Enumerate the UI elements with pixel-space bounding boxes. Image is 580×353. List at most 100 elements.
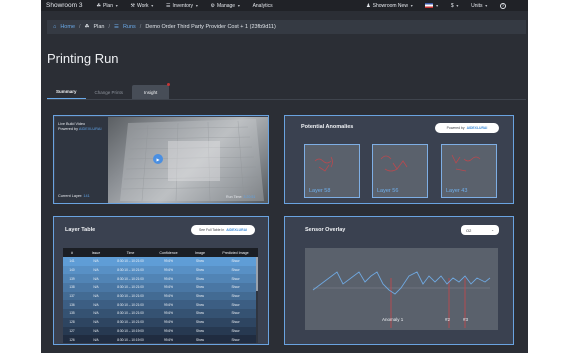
current-layer-label: Current Layer:	[58, 194, 83, 198]
cell-image-link[interactable]: Show	[187, 329, 213, 333]
cell-image-link[interactable]: Show	[187, 338, 213, 342]
table-row[interactable]: 127 N/A 8:30:10 – 10:19:00 99.6% Show Show	[63, 326, 258, 336]
anomaly-card[interactable]: Layer 56	[372, 144, 428, 198]
caret-down-icon: ▼	[195, 3, 199, 8]
runs-icon: ☰	[114, 24, 119, 30]
help-glyph: ?	[500, 2, 506, 9]
cell-image-link[interactable]: Show	[187, 285, 213, 289]
scrollbar-thumb[interactable]	[256, 257, 258, 291]
nav-inventory-menu[interactable]: ☰ Inventory ▼	[166, 3, 199, 9]
cell-layer: 136	[69, 302, 75, 307]
run-time-value: 3:20:51	[243, 195, 256, 199]
column-header[interactable]: Time	[111, 251, 150, 255]
column-header[interactable]: #	[63, 251, 81, 255]
table-row[interactable]: 136 N/A 8:30:10 – 10:21:00 99.6% Show Show	[63, 300, 258, 310]
anomalies-title: Potential Anomalies	[301, 124, 354, 130]
breadcrumb-home[interactable]: Home	[60, 24, 75, 30]
layer-table: # Issue Time Confidence Image Predicted …	[63, 248, 258, 343]
breadcrumb-runs[interactable]: Runs	[123, 24, 136, 30]
cell-image-link[interactable]: Show	[187, 320, 213, 324]
cell-predicted-link[interactable]: Show	[213, 277, 258, 281]
cell-predicted-link[interactable]: Show	[213, 259, 258, 263]
video-frame-image	[120, 119, 264, 202]
cell-issue: N/A	[93, 320, 99, 325]
nav-analytics-link[interactable]: Analytics	[253, 3, 273, 9]
table-row[interactable]: 138 N/A 8:30:10 – 10:21:00 99.6% Show Show	[63, 283, 258, 292]
layer-table-title: Layer Table	[65, 227, 96, 233]
tab-change-prints[interactable]: Change Prints	[86, 85, 133, 99]
anomaly-card[interactable]: Layer 43	[441, 144, 497, 198]
cell-predicted-link[interactable]: Show	[213, 285, 258, 289]
cell-predicted-link[interactable]: Show	[213, 311, 258, 315]
nav-manage-label: Manage	[217, 2, 236, 9]
cell-predicted-link[interactable]: Show	[213, 320, 258, 324]
column-header[interactable]: Issue	[81, 251, 111, 255]
units-label: Units	[471, 2, 483, 9]
table-row[interactable]: 140 N/A 8:30:10 – 10:21:00 99.6% Show Show	[63, 265, 258, 275]
cell-issue: N/A	[93, 259, 99, 264]
table-header: # Issue Time Confidence Image Predicted …	[63, 248, 258, 257]
full-table-label: See Full Table In	[199, 228, 225, 232]
anomalies-powered-by[interactable]: Powered by AIDEXLURAI	[435, 123, 499, 133]
full-table-button[interactable]: See Full Table In AIDEXLURAI	[191, 225, 255, 235]
caret-down-icon: ▼	[484, 3, 488, 8]
brand-link[interactable]: Showroom 3	[46, 2, 83, 9]
nav-manage-menu[interactable]: ⚙ Manage ▼	[211, 3, 241, 9]
column-header[interactable]: Image	[187, 251, 213, 255]
column-header[interactable]: Confidence	[150, 251, 187, 255]
play-button[interactable]: ▶	[153, 154, 163, 164]
table-row[interactable]: 139 N/A 8:30:10 – 10:21:00 99.6% Show Show	[63, 274, 258, 284]
cell-image-link[interactable]: Show	[187, 277, 213, 281]
cell-time: 8:30:10 – 10:21:00	[117, 302, 144, 307]
cell-image-link[interactable]: Show	[187, 268, 213, 272]
table-row[interactable]: 137 N/A 8:30:10 – 10:21:00 99.6% Show Show	[63, 291, 258, 301]
cell-layer: 135	[69, 311, 75, 316]
nav-work-menu[interactable]: ⚒ Work ▼	[130, 3, 154, 9]
sensor-select-value: O2	[466, 227, 472, 233]
help-icon[interactable]: ?	[500, 2, 506, 9]
breadcrumb-plan[interactable]: Plan	[93, 24, 104, 30]
cell-issue: N/A	[93, 337, 99, 342]
cell-confidence: 99.6%	[163, 302, 174, 307]
table-row[interactable]: 128 N/A 8:30:10 – 10:21:00 99.6% Show Show	[63, 317, 258, 327]
cell-predicted-link[interactable]: Show	[213, 329, 258, 333]
nav-plan-menu[interactable]: ☘ Plan ▼	[97, 3, 119, 9]
sensor-select[interactable]: O2 ⌄	[461, 225, 499, 235]
manage-icon: ⚙	[210, 2, 216, 9]
table-row[interactable]: 141 N/A 8:30:10 – 10:21:00 99.6% Show Show	[63, 257, 258, 266]
caret-down-icon: ▼	[115, 3, 119, 8]
cell-image-link[interactable]: Show	[187, 311, 213, 315]
cell-predicted-link[interactable]: Show	[213, 268, 258, 272]
column-header[interactable]: Predicted Image	[213, 251, 258, 255]
anomalies-powered-label: Powered by	[446, 126, 465, 130]
language-menu[interactable]: ▼	[425, 3, 439, 8]
user-icon: ♟	[366, 2, 371, 9]
breadcrumb-separator: /	[79, 24, 81, 30]
cell-layer: 141	[69, 259, 75, 264]
cell-time: 8:30:10 – 10:19:00	[117, 328, 144, 333]
units-menu[interactable]: Units ▼	[471, 3, 488, 9]
cell-predicted-link[interactable]: Show	[213, 303, 258, 307]
tab-insight[interactable]: Insight	[132, 83, 171, 99]
top-navbar: Showroom 3 ☘ Plan ▼ ⚒ Work ▼ ☰ Inventory…	[41, 0, 528, 11]
cell-predicted-link[interactable]: Show	[213, 338, 258, 342]
currency-menu[interactable]: $ ▼	[451, 3, 459, 9]
table-row[interactable]: 135 N/A 8:30:10 – 10:21:00 99.6% Show Show	[63, 309, 258, 318]
cell-image-link[interactable]: Show	[187, 259, 213, 263]
cell-layer: 138	[69, 285, 75, 290]
cell-confidence: 99.6%	[163, 285, 174, 290]
breadcrumb-current: Demo Order Third Party Provider Cost + 1…	[145, 24, 276, 30]
layer-table-panel: Layer Table See Full Table In AIDEXLURAI…	[53, 216, 269, 345]
tab-summary[interactable]: Summary	[47, 85, 86, 99]
anomaly-card[interactable]: Layer 58	[304, 144, 360, 198]
cell-predicted-link[interactable]: Show	[213, 294, 258, 298]
cell-image-link[interactable]: Show	[187, 303, 213, 307]
showroom-menu[interactable]: ♟ Showroom New ▼	[366, 3, 413, 9]
cell-confidence: 99.6%	[163, 294, 174, 299]
table-scrollbar[interactable]	[256, 257, 258, 343]
cell-image-link[interactable]: Show	[187, 294, 213, 298]
table-row[interactable]: 126 N/A 8:30:10 – 10:19:00 99.6% Show Show	[63, 335, 258, 343]
cell-issue: N/A	[93, 311, 99, 316]
video-player[interactable]: ▶ Run Time: 3:20:51	[108, 117, 268, 203]
current-layer-value: 141	[83, 194, 90, 198]
